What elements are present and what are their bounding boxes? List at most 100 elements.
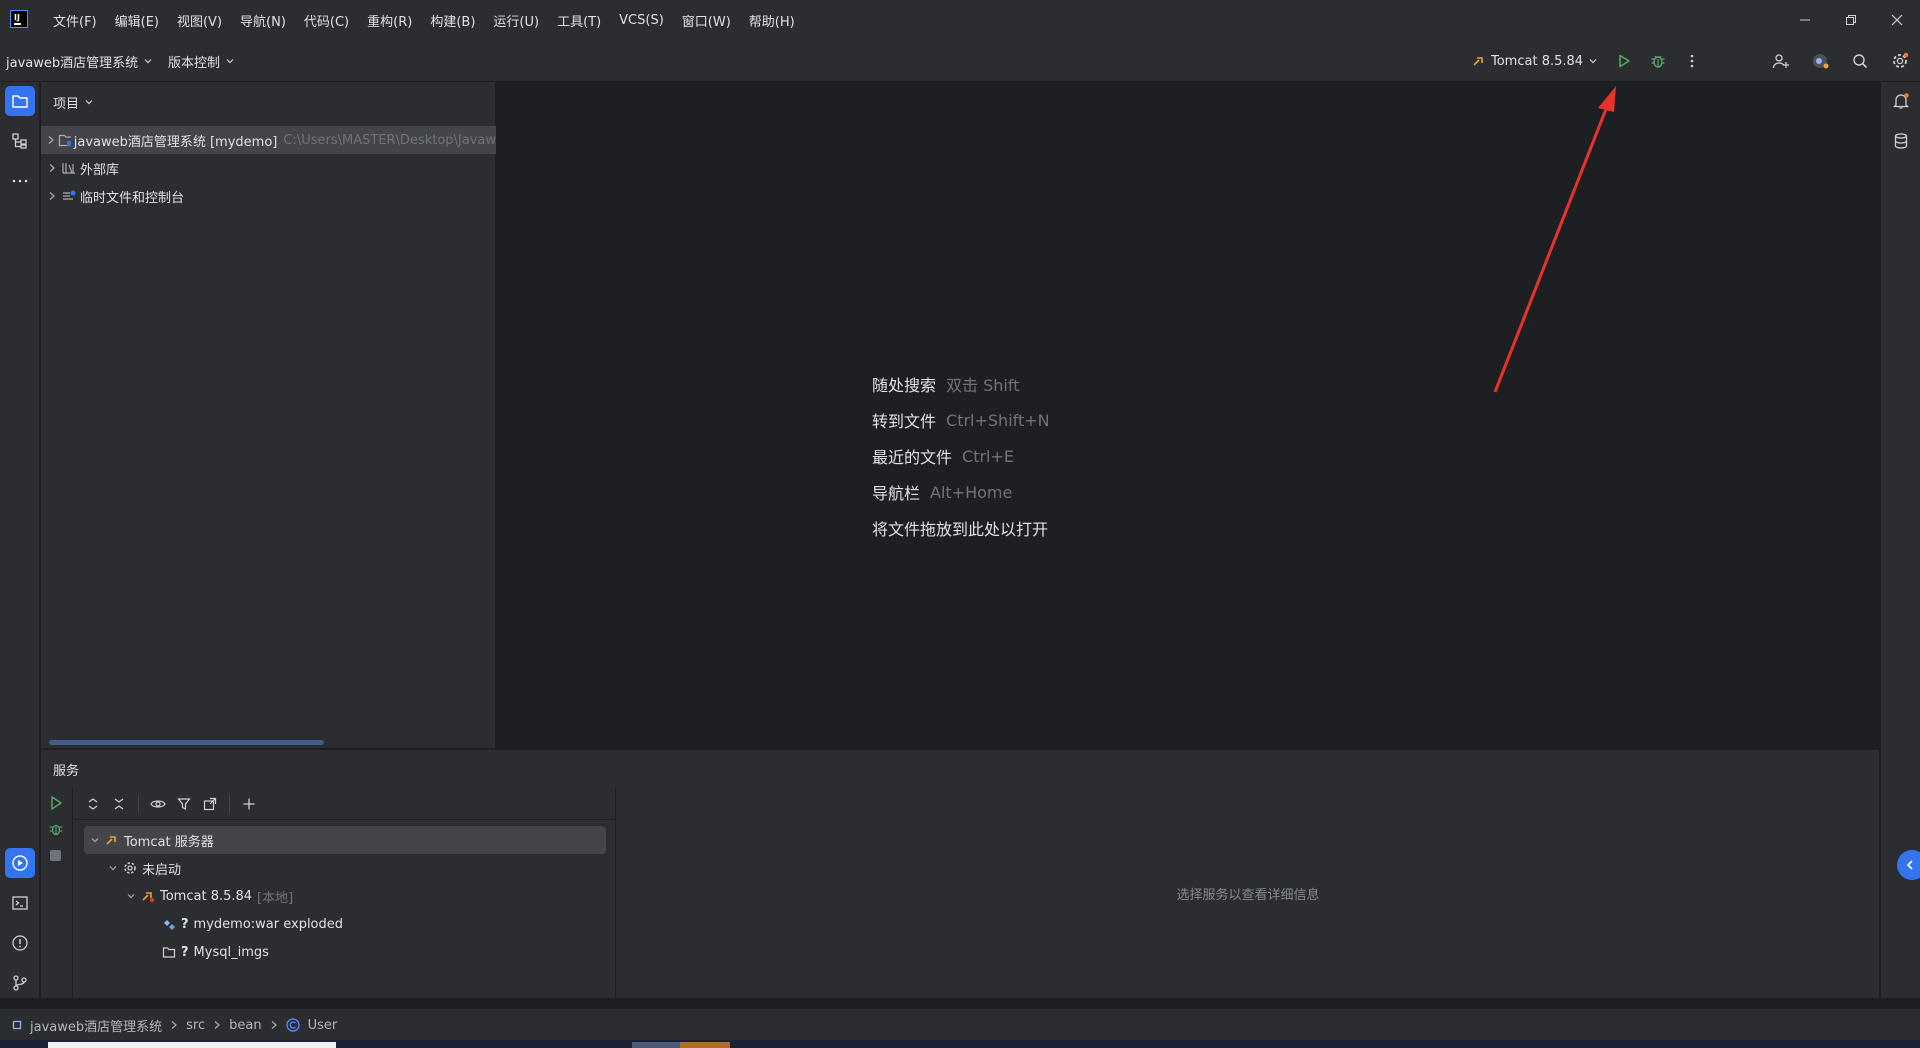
project-selector-label: javaweb酒店管理系统 [6, 55, 139, 71]
tomcat-icon [142, 892, 155, 903]
taskbar-window-preview[interactable] [48, 1042, 336, 1048]
toolbar-divider [229, 794, 230, 813]
close-icon [1891, 14, 1903, 26]
services-panel: 服务 Tomcat 服务器 未启动 Tomcat 8.5.84 [本地] ? m… [41, 749, 1879, 999]
left-tool-strip [0, 82, 40, 998]
settings-button[interactable] [1888, 49, 1912, 73]
chevron-right-icon[interactable] [45, 163, 59, 173]
run-config-selector[interactable]: Tomcat 8.5.84 [1472, 40, 1598, 82]
service-node-artifact[interactable]: ? mydemo:war exploded [162, 910, 343, 938]
database-tool-button[interactable] [1886, 126, 1916, 156]
menu-file[interactable]: 文件(F) [44, 11, 106, 30]
menu-run[interactable]: 运行(U) [484, 11, 548, 30]
chevron-right-icon[interactable] [45, 191, 59, 201]
structure-tool-button[interactable] [5, 126, 35, 156]
services-run-button[interactable] [47, 794, 65, 812]
menu-navigate[interactable]: 导航(N) [231, 11, 295, 30]
view-options-button[interactable] [147, 793, 169, 815]
more-vertical-icon [1690, 54, 1694, 68]
terminal-tool-button[interactable] [5, 888, 35, 918]
git-tool-button[interactable] [5, 968, 35, 998]
add-user-icon [1772, 54, 1789, 69]
menu-view[interactable]: 视图(V) [168, 11, 231, 30]
menu-tools[interactable]: 工具(T) [548, 11, 610, 30]
toolbar-divider [138, 794, 139, 813]
service-node-folder[interactable]: ? Mysql_imgs [162, 938, 269, 966]
minimize-icon [1800, 19, 1810, 21]
module-folder-icon [58, 134, 71, 147]
close-window-button[interactable] [1874, 0, 1920, 40]
breadcrumb-item-src[interactable]: src [186, 1018, 205, 1033]
collapse-side-button[interactable] [1897, 850, 1920, 880]
status-bar: javaweb酒店管理系统 src bean User [0, 1008, 1920, 1040]
external-libraries-label: 外部库 [80, 162, 120, 178]
tree-item-project-root[interactable]: javaweb酒店管理系统 [mydemo] C:\Users\MASTER\D… [41, 126, 496, 154]
breadcrumb-item-bean[interactable]: bean [229, 1018, 261, 1033]
terminal-icon [12, 896, 28, 910]
breadcrumb: javaweb酒店管理系统 src bean User [12, 1009, 337, 1041]
ai-assistant-button[interactable] [1808, 49, 1832, 73]
services-tool-button[interactable] [5, 848, 35, 878]
filter-button[interactable] [173, 793, 195, 815]
service-node-label: 未启动 [142, 862, 182, 878]
project-tool-button[interactable] [5, 86, 35, 116]
class-icon [285, 1018, 300, 1032]
project-selector[interactable]: javaweb酒店管理系统 [6, 40, 153, 82]
service-node-tomcat-servers[interactable]: Tomcat 服务器 [84, 826, 606, 854]
breadcrumb-item-project[interactable]: javaweb酒店管理系统 [30, 1016, 162, 1035]
project-panel-header[interactable]: 项目 [53, 92, 94, 112]
breadcrumb-item-user[interactable]: User [308, 1018, 338, 1033]
menu-help[interactable]: 帮助(H) [740, 11, 804, 30]
services-debug-button[interactable] [47, 820, 65, 838]
code-with-me-button[interactable] [1769, 49, 1793, 73]
hint-label: 随处搜索 [872, 376, 937, 395]
expand-all-button[interactable] [82, 793, 104, 815]
menu-edit[interactable]: 编辑(E) [106, 11, 168, 30]
os-taskbar-strip [0, 1040, 1920, 1048]
service-node-label: Mysql_imgs [193, 944, 269, 960]
tree-item-external-libraries[interactable]: 外部库 [41, 154, 496, 182]
menu-vcs[interactable]: VCS(S) [610, 13, 673, 28]
restore-icon [1846, 15, 1856, 25]
service-node-tag: [本地] [257, 890, 294, 906]
tree-item-scratches[interactable]: 临时文件和控制台 [41, 182, 496, 210]
menu-code[interactable]: 代码(C) [295, 11, 358, 30]
run-button[interactable] [1612, 49, 1636, 73]
vcs-selector[interactable]: 版本控制 [168, 40, 235, 82]
chevron-right-icon[interactable] [45, 135, 56, 145]
chevron-down-icon [127, 894, 135, 899]
hint-shortcut: Ctrl+Shift+N [946, 410, 1050, 430]
unknown-status-mark: ? [181, 944, 189, 960]
hint-shortcut: Ctrl+E [962, 446, 1014, 466]
notifications-button[interactable] [1886, 86, 1916, 116]
add-service-button[interactable] [238, 793, 260, 815]
services-toolbar [74, 788, 616, 820]
hint-goto-file: 转到文件 Ctrl+Shift+N [872, 408, 1050, 432]
taskbar-app-item[interactable] [680, 1042, 730, 1048]
service-node-label: Tomcat 8.5.84 [160, 888, 253, 904]
hint-shortcut: Alt+Home [930, 482, 1013, 502]
problems-tool-button[interactable] [5, 928, 35, 958]
taskbar-app-item[interactable] [632, 1042, 680, 1048]
debug-button[interactable] [1646, 49, 1670, 73]
service-node-tomcat-instance[interactable]: Tomcat 8.5.84 [本地] [126, 882, 293, 910]
run-play-icon [1619, 54, 1630, 68]
service-node-not-started[interactable]: 未启动 [108, 854, 181, 882]
collapse-all-button[interactable] [108, 793, 130, 815]
restore-button[interactable] [1828, 0, 1874, 40]
menu-refactor[interactable]: 重构(R) [358, 11, 421, 30]
editor-empty-area[interactable]: 随处搜索 双击 Shift 转到文件 Ctrl+Shift+N 最近的文件 Ct… [497, 82, 1879, 748]
horizontal-scrollbar[interactable] [49, 740, 324, 745]
intellij-logo-icon[interactable]: IJ [10, 10, 28, 28]
chevron-right-icon [171, 1021, 178, 1029]
search-everywhere-button[interactable] [1848, 49, 1872, 73]
minimize-button[interactable] [1782, 0, 1828, 40]
services-stop-button[interactable] [50, 850, 61, 861]
menu-build[interactable]: 构建(B) [421, 11, 484, 30]
chevron-left-icon [1906, 860, 1913, 870]
menu-window[interactable]: 窗口(W) [673, 11, 740, 30]
more-actions-button[interactable] [1680, 49, 1704, 73]
project-panel: 项目 javaweb酒店管理系统 [mydemo] C:\Users\MASTE… [41, 82, 496, 748]
open-in-new-tab-button[interactable] [199, 793, 221, 815]
more-tools-button[interactable] [5, 166, 35, 196]
